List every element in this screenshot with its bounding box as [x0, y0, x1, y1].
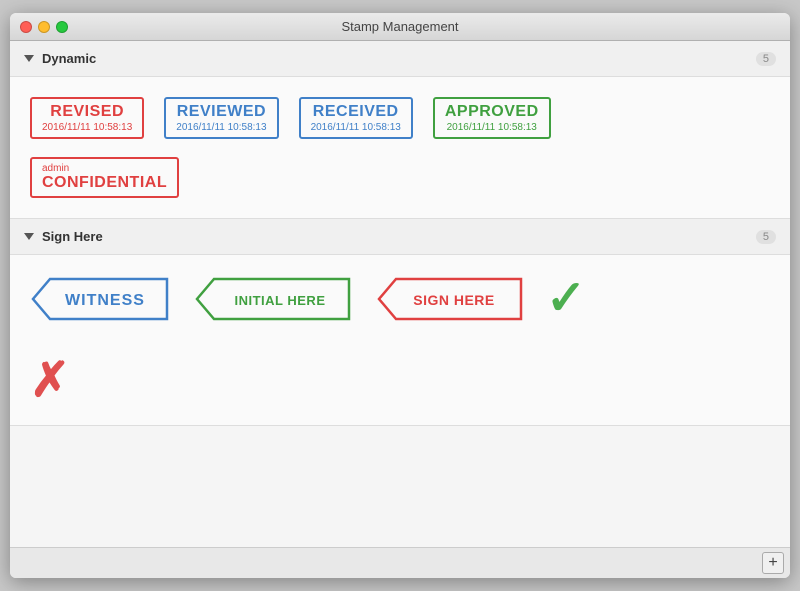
sign-here-section-count: 5 [756, 230, 776, 244]
add-button[interactable]: + [762, 552, 784, 574]
sign-here-section-title: Sign Here [42, 229, 748, 244]
bottom-bar: + [10, 547, 790, 578]
dynamic-second-row: admin CONFIDENTIAL [30, 157, 770, 198]
checkmark-stamp[interactable]: ✓ [546, 275, 586, 323]
sign-second-row: ✗ [30, 341, 770, 405]
stamp-approved-label: APPROVED [445, 103, 539, 121]
stamp-revised[interactable]: REVISED 2016/11/11 10:58:13 [30, 97, 144, 139]
sign-here-section-body: WITNESS INITIAL HERE SIGN HERE [10, 255, 790, 425]
stamp-received-date: 2016/11/11 10:58:13 [311, 122, 401, 133]
stamp-witness[interactable]: WITNESS [30, 276, 170, 322]
svg-text:SIGN HERE: SIGN HERE [413, 292, 495, 308]
title-bar: Stamp Management [10, 13, 790, 41]
stamp-approved[interactable]: APPROVED 2016/11/11 10:58:13 [433, 97, 551, 139]
collapse-dynamic-icon [24, 55, 34, 62]
maximize-button[interactable] [56, 21, 68, 33]
window-controls [20, 21, 68, 33]
stamp-sign-here[interactable]: SIGN HERE [374, 276, 524, 322]
collapse-sign-icon [24, 233, 34, 240]
sign-here-stamps-row: WITNESS INITIAL HERE SIGN HERE [30, 275, 770, 323]
stamp-confidential[interactable]: admin CONFIDENTIAL [30, 157, 179, 198]
dynamic-section-title: Dynamic [42, 51, 748, 66]
stamp-revised-label: REVISED [50, 103, 124, 121]
sign-here-section-header[interactable]: Sign Here 5 [10, 219, 790, 255]
stamp-approved-date: 2016/11/11 10:58:13 [447, 122, 537, 133]
dynamic-section-header[interactable]: Dynamic 5 [10, 41, 790, 77]
stamp-initial-here[interactable]: INITIAL HERE [192, 276, 352, 322]
dynamic-section: Dynamic 5 REVISED 2016/11/11 10:58:13 RE… [10, 41, 790, 219]
stamp-reviewed-date: 2016/11/11 10:58:13 [176, 122, 266, 133]
svg-text:WITNESS: WITNESS [65, 292, 145, 309]
stamp-revised-date: 2016/11/11 10:58:13 [42, 122, 132, 133]
close-button[interactable] [20, 21, 32, 33]
stamp-received-label: RECEIVED [313, 103, 399, 121]
window-title: Stamp Management [341, 19, 458, 34]
content-area: Dynamic 5 REVISED 2016/11/11 10:58:13 RE… [10, 41, 790, 547]
main-window: Stamp Management Dynamic 5 REVISED 2016/… [10, 13, 790, 578]
main-scroll[interactable]: Dynamic 5 REVISED 2016/11/11 10:58:13 RE… [10, 41, 790, 547]
minimize-button[interactable] [38, 21, 50, 33]
dynamic-section-count: 5 [756, 52, 776, 66]
sign-here-section: Sign Here 5 WITNESS INITIAL HERE [10, 219, 790, 426]
stamp-received[interactable]: RECEIVED 2016/11/11 10:58:13 [299, 97, 413, 139]
cross-stamp[interactable]: ✗ [30, 357, 70, 405]
stamp-reviewed-label: REVIEWED [177, 103, 266, 121]
stamp-reviewed[interactable]: REVIEWED 2016/11/11 10:58:13 [164, 97, 278, 139]
dynamic-stamps-row: REVISED 2016/11/11 10:58:13 REVIEWED 201… [30, 97, 770, 139]
stamp-confidential-label: CONFIDENTIAL [42, 174, 167, 192]
dynamic-section-body: REVISED 2016/11/11 10:58:13 REVIEWED 201… [10, 77, 790, 218]
svg-text:INITIAL HERE: INITIAL HERE [235, 293, 326, 308]
stamp-confidential-admin: admin [42, 163, 167, 174]
